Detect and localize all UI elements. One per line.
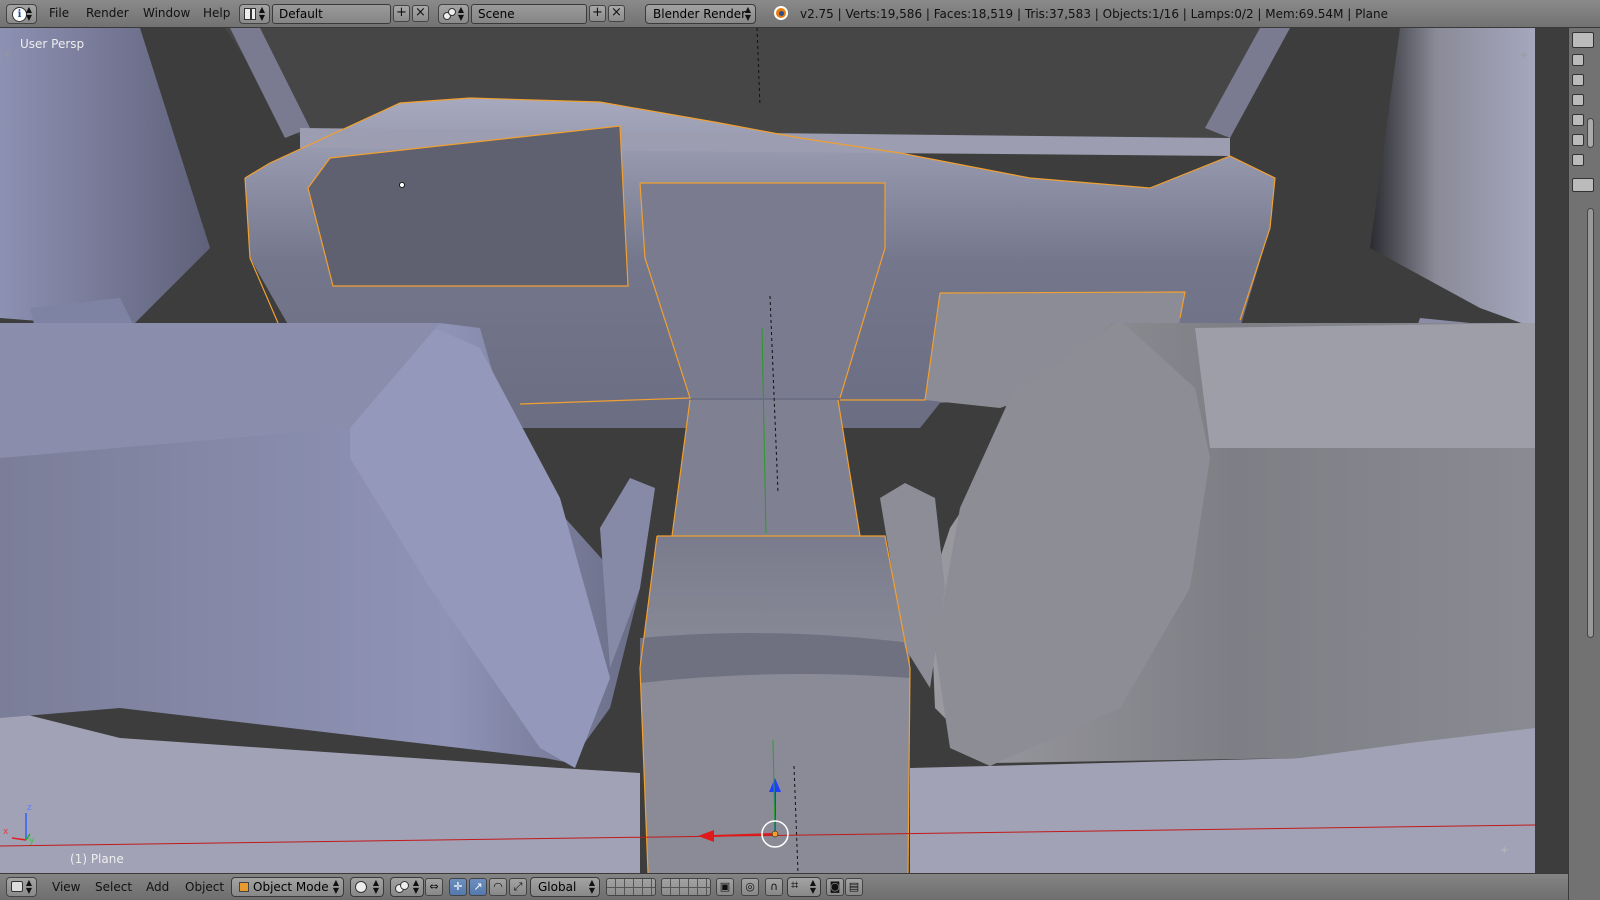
render-animation-button[interactable]: ▤	[845, 878, 863, 896]
plus-icon: +	[396, 5, 407, 20]
solid-shading-icon	[355, 881, 367, 893]
updown-arrows-icon: ▲ ▼	[412, 878, 419, 895]
editor-type-button[interactable]: i ▲ ▼	[6, 4, 37, 24]
3d-viewport[interactable]: z x y + + + User Persp (1) Plane	[0, 28, 1568, 873]
rotate-manipulator-button[interactable]: ◠	[489, 878, 507, 896]
screen-layout-icon	[244, 8, 256, 20]
add-screen-button[interactable]: +	[393, 5, 410, 22]
updown-arrows-icon: ▲ ▼	[588, 878, 595, 895]
pivot-point-icon	[395, 881, 409, 893]
rotate-arc-icon: ◠	[493, 880, 503, 893]
updown-arrows-icon: ▲ ▼	[25, 878, 32, 895]
snap-element-icon: ⌗	[791, 878, 799, 893]
viewport-shading-dropdown[interactable]: ▲ ▼	[350, 877, 384, 897]
info-icon: i	[12, 7, 27, 22]
screen-layout-field[interactable]: Default	[272, 4, 391, 24]
render-engine-dropdown[interactable]: Blender Render ▲ ▼	[645, 4, 756, 24]
updown-arrows-icon: ▲ ▼	[332, 878, 339, 895]
scene-icon	[443, 8, 456, 20]
scene-statistics: v2.75 | Verts:19,586 | Faces:18,519 | Tr…	[800, 7, 1389, 21]
pivot-point-dropdown[interactable]: ▲ ▼	[390, 877, 424, 897]
properties-sliver	[1568, 28, 1600, 900]
properties-icon[interactable]	[1572, 178, 1594, 192]
plus-icon: +	[592, 5, 603, 20]
corner-widget: +	[1500, 845, 1508, 856]
outliner-scrollbar[interactable]	[1587, 118, 1594, 148]
close-icon: ×	[611, 5, 622, 20]
updown-arrows-icon: ▲ ▼	[457, 5, 464, 22]
layer-buttons-left[interactable]	[606, 878, 656, 896]
3d-cursor	[399, 182, 405, 188]
camera-restrict-icon[interactable]	[1572, 134, 1584, 146]
lock-camera-button[interactable]: ▣	[716, 878, 734, 896]
menu-help[interactable]: Help	[203, 6, 230, 20]
svg-text:z: z	[27, 803, 32, 813]
proportional-edit-icon: ◎	[745, 880, 755, 893]
scene-button[interactable]: ▲ ▼	[438, 4, 469, 24]
camera-restrict-icon[interactable]	[1572, 154, 1584, 166]
properties-scrollbar[interactable]	[1587, 208, 1594, 638]
layer-buttons-right[interactable]	[661, 878, 711, 896]
menu-window[interactable]: Window	[143, 6, 190, 20]
viewport-canvas[interactable]: z x y + + +	[0, 28, 1568, 873]
delete-screen-button[interactable]: ×	[412, 5, 429, 22]
mode-label: Object Mode	[253, 880, 329, 894]
object-mode-icon	[239, 882, 249, 892]
magnet-icon: ∩	[769, 880, 779, 893]
updown-arrows-icon: ▲ ▼	[744, 5, 751, 22]
snap-element-dropdown[interactable]: ⌗ ▲ ▼	[787, 877, 821, 897]
info-header: i ▲ ▼ File Render Window Help ▲ ▼ Default …	[0, 0, 1600, 28]
corner-widget: +	[3, 50, 11, 61]
close-icon: ×	[415, 5, 426, 20]
3d-view-icon	[11, 881, 23, 892]
arrows-icon: ⇔	[429, 880, 439, 893]
proportional-edit-button[interactable]: ◎	[741, 878, 759, 896]
render-opengl-button[interactable]: ◙	[826, 878, 844, 896]
scale-icon: ⤢	[513, 880, 523, 893]
svg-text:y: y	[29, 836, 35, 846]
blender-logo-icon	[774, 6, 788, 20]
svg-text:x: x	[3, 827, 9, 837]
editor-type-button[interactable]: ▲ ▼	[6, 877, 37, 897]
translate-manipulator-button[interactable]: ↗	[469, 878, 487, 896]
screen-layout-button[interactable]: ▲ ▼	[239, 4, 270, 24]
orientation-label: Global	[538, 880, 577, 894]
clapperboard-icon: ▤	[848, 880, 860, 893]
view-name-label: User Persp	[20, 37, 85, 51]
camera-icon: ◙	[829, 880, 841, 893]
menu-render[interactable]: Render	[86, 6, 129, 20]
menu-view[interactable]: View	[52, 880, 80, 894]
camera-restrict-icon[interactable]	[1572, 54, 1584, 66]
translate-arrow-icon: ↗	[473, 880, 483, 893]
updown-arrows-icon: ▲ ▼	[809, 878, 816, 895]
corner-widget: +	[1520, 50, 1528, 61]
3d-view-header: ▲ ▼ View Select Add Object Object Mode ▲ ▼…	[0, 873, 1568, 900]
scale-manipulator-button[interactable]: ⤢	[509, 878, 527, 896]
outliner-icon[interactable]	[1572, 32, 1594, 48]
mode-dropdown[interactable]: Object Mode ▲ ▼	[231, 877, 344, 897]
camera-restrict-icon[interactable]	[1572, 94, 1584, 106]
active-object-label: (1) Plane	[70, 852, 124, 866]
add-scene-button[interactable]: +	[589, 5, 606, 22]
delete-scene-button[interactable]: ×	[608, 5, 625, 22]
scene-field[interactable]: Scene	[471, 4, 587, 24]
manipulator-toggle-button[interactable]: ✛	[449, 878, 467, 896]
manipulator-icon: ✛	[453, 880, 463, 893]
camera-restrict-icon[interactable]	[1572, 74, 1584, 86]
layer-lock-icon: ▣	[719, 880, 731, 893]
snap-toggle-button[interactable]: ∩	[765, 878, 783, 896]
updown-arrows-icon: ▲ ▼	[372, 878, 379, 895]
updown-arrows-icon: ▲ ▼	[25, 5, 32, 22]
render-engine-label: Blender Render	[653, 7, 747, 21]
menu-file[interactable]: File	[49, 6, 69, 20]
menu-select[interactable]: Select	[95, 880, 132, 894]
camera-restrict-icon[interactable]	[1572, 114, 1584, 126]
updown-arrows-icon: ▲ ▼	[258, 5, 265, 22]
menu-add[interactable]: Add	[146, 880, 169, 894]
transform-orientation-dropdown[interactable]: Global ▲ ▼	[530, 877, 600, 897]
menu-object[interactable]: Object	[185, 880, 224, 894]
pivot-align-button[interactable]: ⇔	[425, 878, 443, 896]
